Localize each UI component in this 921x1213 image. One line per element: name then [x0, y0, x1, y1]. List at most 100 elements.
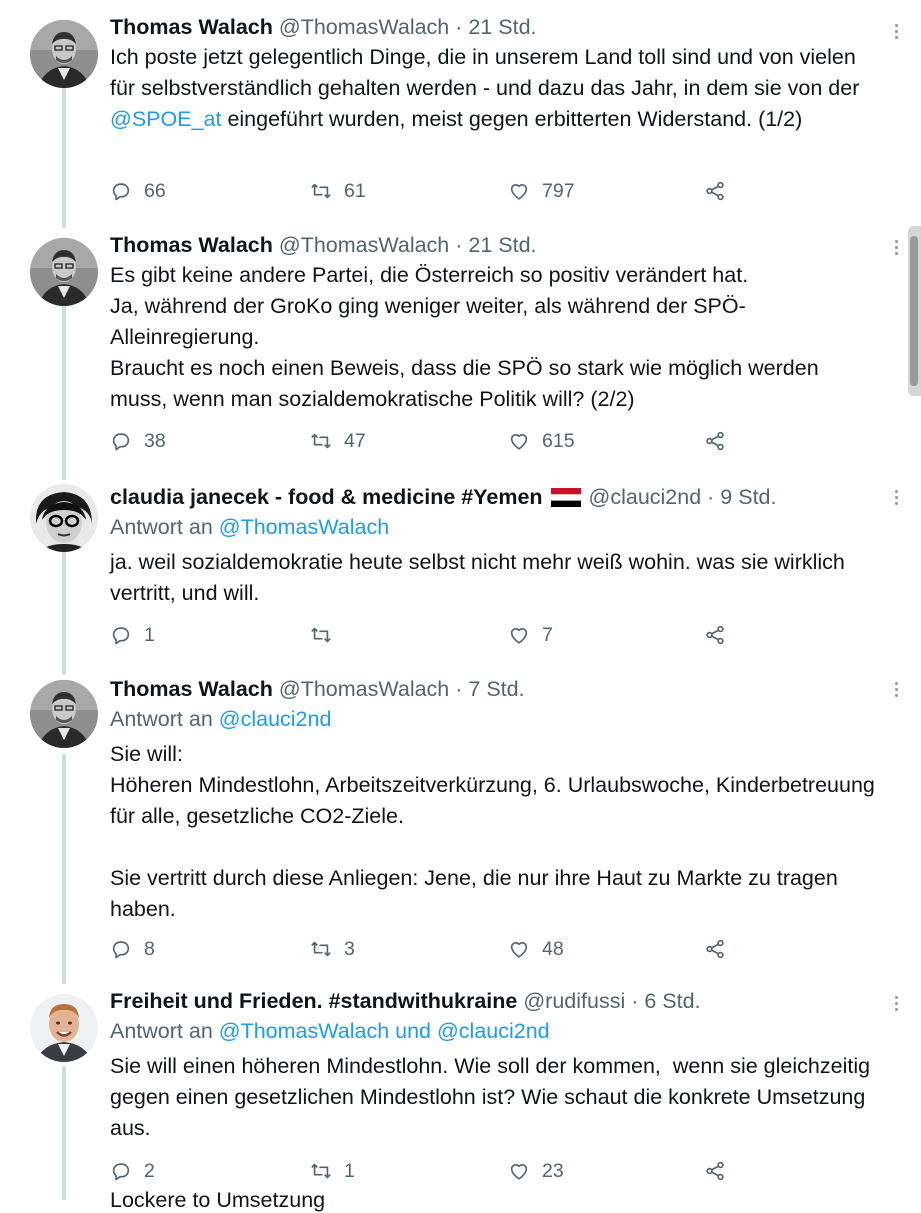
handle[interactable]: @clauci2nd: [589, 485, 702, 509]
share-icon: [706, 625, 724, 645]
reply-count: 2: [144, 1159, 155, 1182]
timestamp[interactable]: · 9 Std.: [707, 485, 776, 509]
display-name[interactable]: Freiheit und Frieden. #standwithukraine: [110, 989, 517, 1013]
like-button[interactable]: 7: [508, 620, 553, 650]
reply-button[interactable]: 66: [110, 176, 166, 206]
handle[interactable]: @ThomasWalach: [279, 233, 449, 257]
share-button[interactable]: [704, 934, 738, 964]
like-count: 48: [542, 937, 564, 960]
tweet[interactable]: Thomas Walach @ThomasWalach · 21 Std. Ic…: [0, 12, 921, 227]
timestamp[interactable]: · 21 Std.: [455, 15, 536, 39]
reply-to-link[interactable]: @ThomasWalach: [219, 515, 389, 539]
tweet-header: claudia janecek - food & medicine #Yemen…: [110, 482, 877, 512]
share-icon: [706, 939, 724, 959]
reply-to-link[interactable]: @clauci2nd: [219, 707, 332, 731]
like-button[interactable]: 48: [508, 934, 564, 964]
reply-context: Antwort an @ThomasWalach: [110, 512, 877, 542]
handle[interactable]: @ThomasWalach: [279, 15, 449, 39]
retweet-button[interactable]: 3: [310, 934, 355, 964]
like-count: 615: [542, 429, 575, 452]
more-icon[interactable]: [890, 682, 902, 702]
scrollbar-thumb[interactable]: [910, 236, 918, 386]
display-name[interactable]: claudia janecek - food & medicine #Yemen: [110, 485, 543, 509]
retweet-button[interactable]: 47: [310, 426, 366, 456]
avatar[interactable]: [30, 994, 98, 1062]
heart-icon: [510, 434, 528, 450]
tweet-actions: 1 7: [110, 620, 750, 650]
reply-button[interactable]: 8: [110, 934, 155, 964]
tweet[interactable]: Thomas Walach @ThomasWalach · 7 Std. Ant…: [0, 674, 921, 984]
retweet-icon: [311, 433, 331, 449]
tweet-actions: 8 3 48: [110, 934, 750, 964]
handle[interactable]: @rudifussi: [523, 989, 625, 1013]
tweet[interactable]: Thomas Walach @ThomasWalach · 21 Std. Es…: [0, 230, 921, 480]
reply-count: 1: [144, 623, 155, 646]
retweet-button[interactable]: [310, 620, 344, 650]
reply-count: 66: [144, 179, 166, 202]
retweet-count: 47: [344, 429, 366, 452]
tweet-header: Thomas Walach @ThomasWalach · 7 Std.: [110, 674, 877, 704]
avatar[interactable]: [30, 484, 98, 552]
tweet-header: Freiheit und Frieden. #standwithukraine …: [110, 986, 877, 1016]
tweet[interactable]: Freiheit und Frieden. #standwithukraine …: [0, 986, 921, 1200]
retweet-icon: [311, 941, 331, 957]
timestamp[interactable]: · 7 Std.: [455, 677, 524, 701]
reply-to-link[interactable]: @ThomasWalach und @clauci2nd: [219, 1019, 550, 1043]
avatar[interactable]: [30, 20, 98, 88]
retweet-button[interactable]: 1: [310, 1156, 355, 1186]
timeline: Thomas Walach @ThomasWalach · 21 Std. Ic…: [0, 0, 921, 1212]
reply-label: Antwort an: [110, 515, 213, 539]
heart-icon: [510, 628, 528, 644]
retweet-icon: [311, 627, 331, 643]
tweet-header: Thomas Walach @ThomasWalach · 21 Std.: [110, 230, 877, 260]
tweet[interactable]: claudia janecek - food & medicine #Yemen…: [0, 482, 921, 672]
reply-count: 8: [144, 937, 155, 960]
reply-context: Antwort an @ThomasWalach und @clauci2nd: [110, 1016, 877, 1046]
avatar[interactable]: [30, 238, 98, 306]
share-button[interactable]: [704, 176, 738, 206]
more-icon[interactable]: [890, 24, 902, 44]
reply-button[interactable]: 1: [110, 620, 155, 650]
tweet-content: claudia janecek - food & medicine #Yemen…: [110, 482, 877, 646]
reply-label: Antwort an: [110, 1019, 213, 1043]
like-count: 7: [542, 623, 553, 646]
display-name[interactable]: Thomas Walach: [110, 677, 273, 701]
mention-link[interactable]: @SPOE_at: [110, 107, 221, 131]
share-button[interactable]: [704, 620, 738, 650]
display-name[interactable]: Thomas Walach: [110, 233, 273, 257]
tweet-content: Freiheit und Frieden. #standwithukraine …: [110, 986, 877, 1182]
more-icon[interactable]: [890, 490, 902, 510]
share-icon: [706, 431, 724, 451]
tweet-actions: 66 61 797: [110, 176, 750, 206]
tweet-text: Sie will: Höheren Mindestlohn, Arbeitsze…: [110, 742, 875, 921]
share-icon: [706, 1161, 724, 1181]
more-icon[interactable]: [890, 240, 902, 260]
share-button[interactable]: [704, 426, 738, 456]
tweet-text-part: Ich poste jetzt gelegentlich Dinge, die …: [110, 45, 866, 100]
like-count: 23: [542, 1159, 564, 1182]
like-button[interactable]: 797: [508, 176, 575, 206]
tweet-actions: 2 1 23: [110, 1156, 750, 1186]
scrollbar[interactable]: [908, 226, 921, 396]
yemen-flag-icon: [550, 488, 581, 507]
timestamp[interactable]: · 6 Std.: [631, 989, 700, 1013]
reply-icon: [112, 1163, 130, 1181]
more-icon[interactable]: [890, 996, 902, 1016]
avatar[interactable]: [30, 680, 98, 748]
handle[interactable]: @ThomasWalach: [279, 677, 449, 701]
retweet-count: 61: [344, 179, 366, 202]
retweet-count: 3: [344, 937, 355, 960]
tweet-actions: 38 47 615: [110, 426, 750, 456]
timestamp[interactable]: · 21 Std.: [455, 233, 536, 257]
reply-button[interactable]: 38: [110, 426, 166, 456]
tweet-content: Thomas Walach @ThomasWalach · 21 Std. Es…: [110, 230, 877, 452]
retweet-button[interactable]: 61: [310, 176, 366, 206]
tweet-text-part: eingeführt wurden, meist gegen erbittert…: [221, 107, 803, 131]
retweet-count: 1: [344, 1159, 355, 1182]
tweet-text: Es gibt keine andere Partei, die Österre…: [110, 263, 819, 411]
display-name[interactable]: Thomas Walach: [110, 15, 273, 39]
share-button[interactable]: [704, 1156, 738, 1186]
reply-button[interactable]: 2: [110, 1156, 155, 1186]
like-button[interactable]: 23: [508, 1156, 564, 1186]
like-button[interactable]: 615: [508, 426, 575, 456]
